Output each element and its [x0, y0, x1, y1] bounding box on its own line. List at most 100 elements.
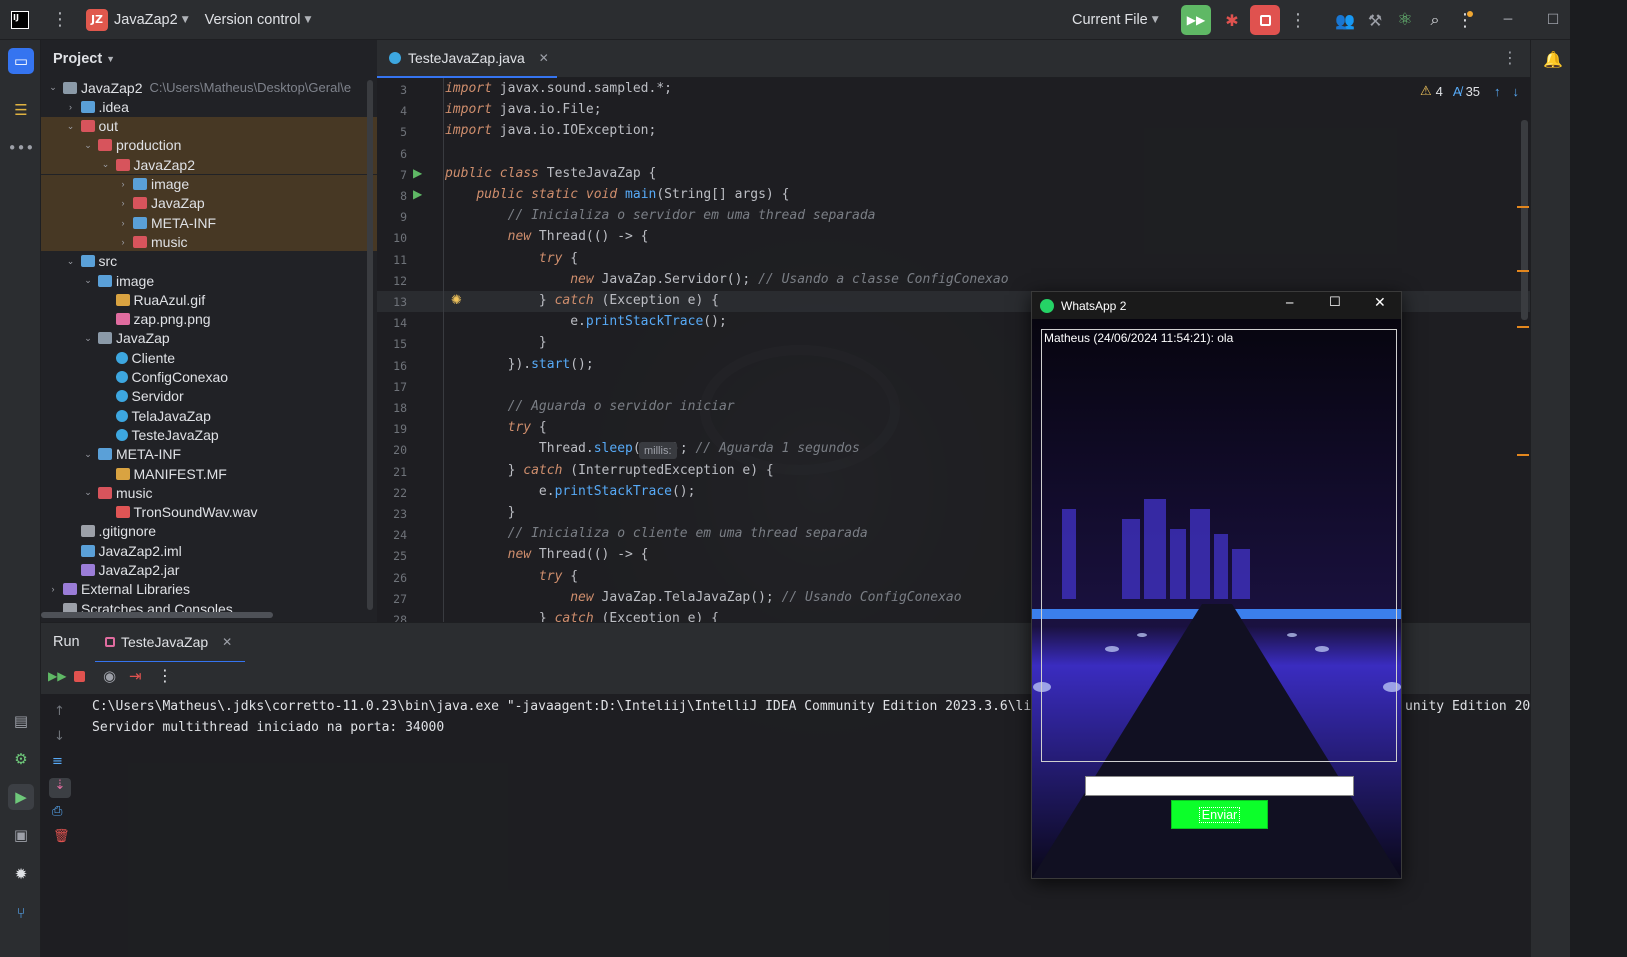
- line-number: 7: [400, 167, 407, 182]
- tree-item[interactable]: ⌄ JavaZap2 C:\Users\Matheus\Desktop\Geral\…: [41, 78, 377, 97]
- error-stripe-mark[interactable]: [1517, 326, 1529, 328]
- exit-icon[interactable]: ⇥: [129, 667, 142, 685]
- git-tool-icon[interactable]: ⑂: [8, 900, 34, 926]
- minimize-icon[interactable]: ─: [1493, 5, 1523, 35]
- tree-item[interactable]: ⌄ src: [41, 252, 377, 271]
- maximize-icon[interactable]: ☐: [1329, 295, 1341, 310]
- tree-item[interactable]: › image: [41, 174, 377, 194]
- iml-file-icon: [80, 544, 95, 557]
- settings-tool-icon[interactable]: ⚙: [8, 746, 34, 772]
- soft-wrap-icon[interactable]: ≡: [52, 754, 63, 769]
- tree-item[interactable]: › .idea: [41, 97, 377, 116]
- tree-item[interactable]: JavaZap2.iml: [41, 541, 377, 560]
- tree-item[interactable]: ⌄ JavaZap: [41, 329, 377, 348]
- terminal-tool-icon[interactable]: ▣: [8, 822, 34, 848]
- code-with-me-icon[interactable]: 👥: [1330, 5, 1360, 35]
- problems-tool-icon[interactable]: ✹: [8, 861, 34, 887]
- next-highlight-icon[interactable]: ↓: [1513, 84, 1520, 99]
- tree-item[interactable]: › music: [41, 232, 377, 252]
- vcs-menu[interactable]: Version control ▼: [197, 0, 320, 40]
- previous-highlight-icon[interactable]: ↑: [1494, 84, 1501, 99]
- inspection-widget[interactable]: ⚠ 4 A̸ 35 ↑ ↓: [1420, 83, 1519, 99]
- tree-item[interactable]: › META-INF: [41, 213, 377, 233]
- tab-close-icon[interactable]: ✕: [539, 51, 549, 65]
- scroll-to-end-icon[interactable]: ⇣: [49, 778, 71, 798]
- whatsapp-logo-icon: [1040, 298, 1054, 313]
- lightbulb-icon[interactable]: ✺: [451, 293, 462, 308]
- notifications-bell-icon[interactable]: 🔔: [1543, 50, 1563, 69]
- whatsapp-title: WhatsApp 2: [1061, 298, 1127, 313]
- send-button[interactable]: Enviar: [1171, 800, 1268, 829]
- tree-item[interactable]: RuaAzul.gif: [41, 290, 377, 309]
- error-stripe-mark[interactable]: [1517, 270, 1529, 272]
- project-tool-icon[interactable]: ▭: [8, 48, 34, 74]
- tree-item[interactable]: .gitignore: [41, 522, 377, 541]
- tree-item[interactable]: TronSoundWav.wav: [41, 503, 377, 522]
- run-gutter-icon[interactable]: ▶: [413, 187, 422, 201]
- tree-item-label: RuaAzul.gif: [133, 291, 206, 308]
- ai-assistant-icon[interactable]: ⚛: [1390, 5, 1420, 35]
- editor-tab-testejavazap[interactable]: TesteJavaZap.java ✕: [377, 40, 557, 78]
- settings-menu-icon[interactable]: ⋮: [1450, 5, 1480, 35]
- editor-tab-label: TesteJavaZap.java: [408, 50, 525, 66]
- error-stripe-mark[interactable]: [1517, 206, 1529, 208]
- more-tools-icon[interactable]: •••: [8, 135, 35, 161]
- run-gutter-icon[interactable]: ▶: [413, 166, 422, 180]
- editor-more-icon[interactable]: ⋮: [1502, 48, 1518, 67]
- tree-item[interactable]: ⌄ music: [41, 483, 377, 502]
- main-menu-icon[interactable]: ⋮: [40, 0, 80, 40]
- error-stripe-mark[interactable]: [1517, 454, 1529, 456]
- maximize-icon[interactable]: ☐: [1538, 5, 1568, 35]
- run-tool-icon[interactable]: ▶: [8, 784, 34, 810]
- chat-area[interactable]: Matheus (24/06/2024 11:54:21): ola: [1041, 329, 1397, 762]
- tree-item[interactable]: zap.png.png: [41, 310, 377, 329]
- scroll-up-icon[interactable]: ↑: [54, 704, 65, 719]
- tree-vertical-scrollbar[interactable]: [367, 80, 373, 610]
- tree-item[interactable]: ⌄ out: [41, 116, 377, 136]
- tree-item-label: META-INF: [116, 446, 182, 463]
- tree-item[interactable]: ConfigConexao: [41, 368, 377, 387]
- intellij-logo-icon[interactable]: IJ: [0, 0, 40, 40]
- tree-item[interactable]: › External Libraries: [41, 580, 377, 599]
- tree-item[interactable]: ⌄ META-INF: [41, 445, 377, 464]
- screenshot-icon[interactable]: ◉: [103, 667, 116, 685]
- stop-button[interactable]: [1250, 5, 1280, 35]
- tree-item[interactable]: TesteJavaZap: [41, 425, 377, 444]
- search-icon[interactable]: ⌕: [1420, 5, 1450, 35]
- run-tab-testejavazap[interactable]: TesteJavaZap ✕: [95, 623, 245, 663]
- rerun-icon[interactable]: ▶▶: [48, 669, 66, 683]
- clear-console-icon[interactable]: 🗑: [53, 829, 70, 844]
- run-more-icon[interactable]: ⋮: [157, 666, 173, 685]
- code-line: try {: [538, 568, 579, 584]
- tree-item[interactable]: Cliente: [41, 348, 377, 367]
- minimize-icon[interactable]: ─: [1286, 296, 1293, 310]
- tree-item[interactable]: Servidor: [41, 387, 377, 406]
- build-tools-icon[interactable]: ⚒: [1360, 5, 1390, 35]
- debug-bug-icon[interactable]: ✱: [1217, 5, 1247, 35]
- tree-item[interactable]: JavaZap2.jar: [41, 561, 377, 580]
- tree-item[interactable]: › JavaZap: [41, 193, 377, 213]
- services-tool-icon[interactable]: ▤: [8, 708, 34, 734]
- code-line: public class TesteJavaZap {: [445, 165, 657, 181]
- run-config-selector[interactable]: Current File ▼: [1072, 0, 1159, 40]
- scroll-down-icon[interactable]: ↓: [54, 729, 65, 744]
- tree-item[interactable]: ⌄ image: [41, 271, 377, 290]
- project-panel-header[interactable]: Project ▼: [41, 40, 377, 78]
- editor-vertical-scrollbar[interactable]: [1521, 120, 1528, 320]
- close-icon[interactable]: ✕: [1374, 295, 1386, 311]
- run-config-label: Current File: [1072, 12, 1148, 28]
- whatsapp-title-bar[interactable]: WhatsApp 2 ─ ☐ ✕: [1032, 292, 1401, 319]
- message-input[interactable]: [1085, 776, 1354, 796]
- project-switcher[interactable]: JZ JavaZap2 ▼: [80, 0, 197, 40]
- tree-item[interactable]: MANIFEST.MF: [41, 464, 377, 483]
- tree-item[interactable]: ⌄ JavaZap2: [41, 155, 377, 175]
- tree-item[interactable]: TelaJavaZap: [41, 406, 377, 425]
- tree-item[interactable]: ⌄ production: [41, 135, 377, 155]
- more-actions-icon[interactable]: ⋮: [1286, 5, 1310, 35]
- print-icon[interactable]: ⎙: [52, 804, 62, 819]
- tree-horizontal-scrollbar[interactable]: [41, 612, 273, 618]
- stop-icon[interactable]: [74, 671, 85, 682]
- tab-close-icon[interactable]: ✕: [222, 635, 232, 649]
- rerun-button[interactable]: ▶▶: [1181, 5, 1211, 35]
- structure-tool-icon[interactable]: ☰: [8, 97, 34, 123]
